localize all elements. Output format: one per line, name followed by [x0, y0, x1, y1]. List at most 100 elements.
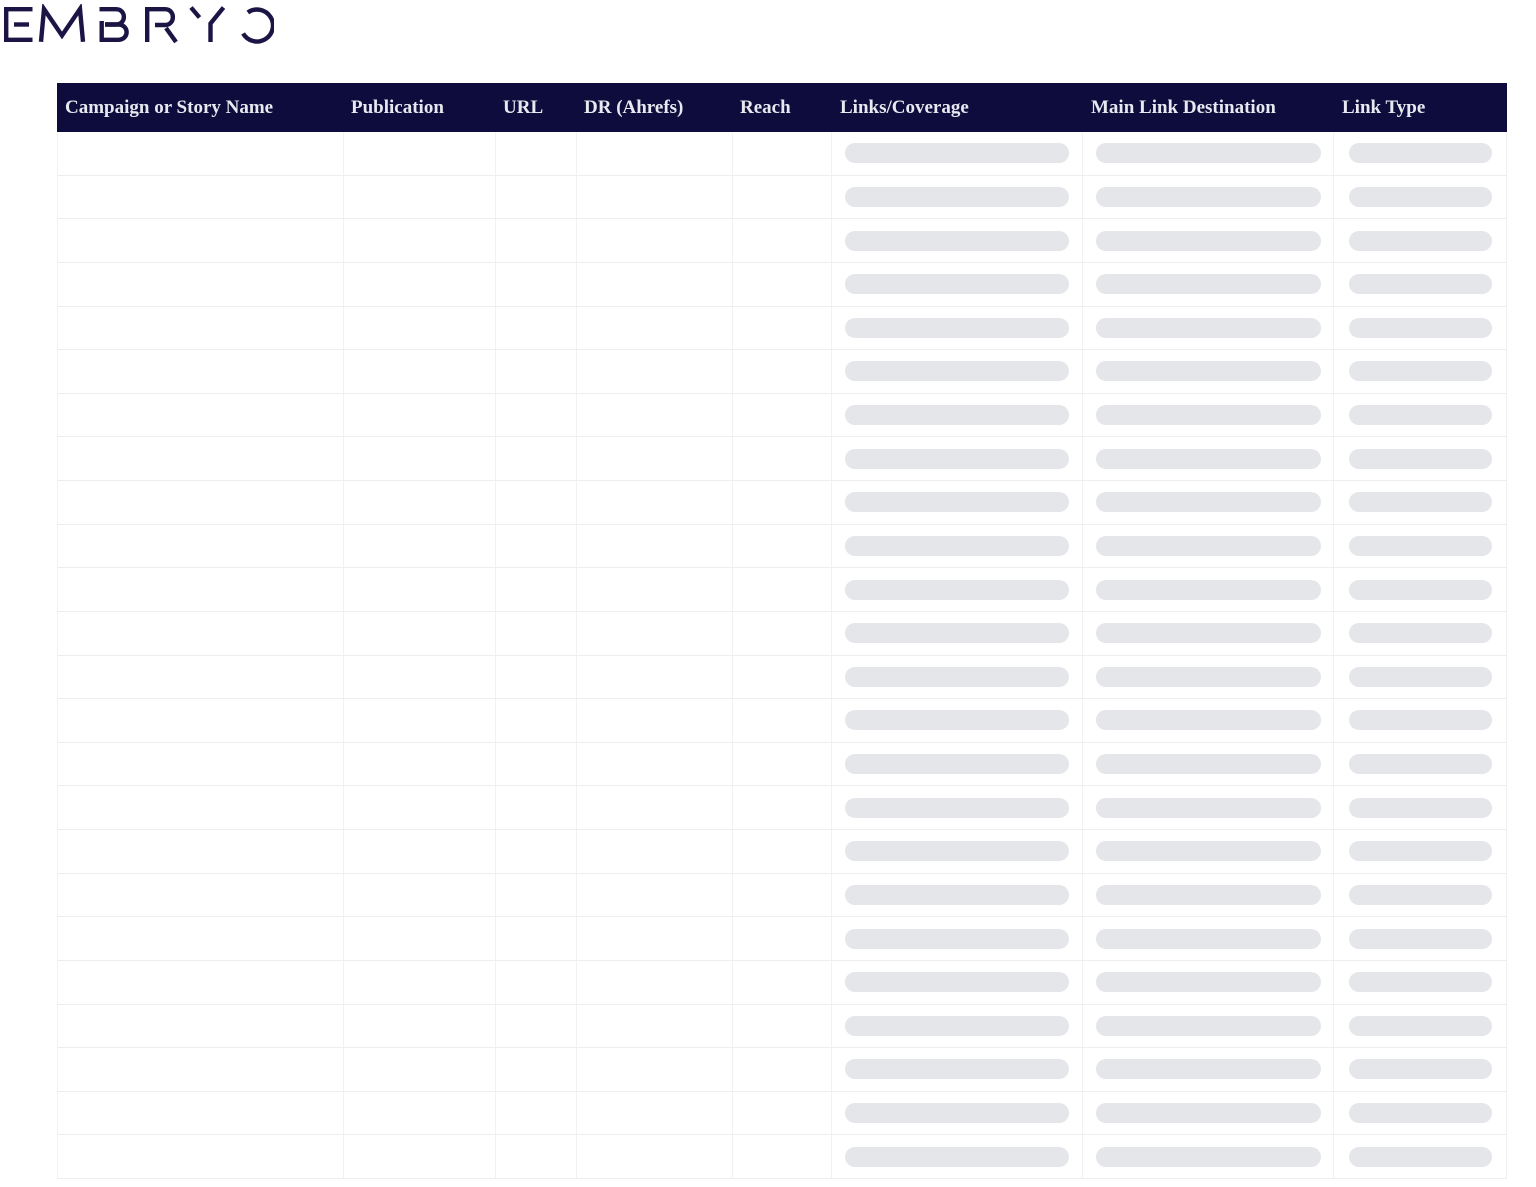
- table-cell: [496, 1091, 577, 1135]
- table-cell: [1334, 742, 1507, 786]
- embryo-logo: [2, 4, 274, 44]
- table-cell: [1334, 306, 1507, 350]
- table-row: [58, 524, 1507, 569]
- table-row: [58, 786, 1507, 830]
- table-cell: [496, 568, 577, 611]
- column-header-url: URL: [503, 96, 544, 118]
- table-cell: [1334, 524, 1507, 568]
- placeholder-pill: [1096, 884, 1322, 905]
- table-cell: [733, 393, 833, 437]
- placeholder-pill: [1096, 274, 1322, 295]
- table-cell: [577, 306, 733, 350]
- table-cell: [577, 350, 733, 393]
- table-cell: [58, 830, 344, 873]
- table-cell: [577, 699, 733, 742]
- table-cell: [1083, 219, 1335, 262]
- table-cell: [496, 262, 577, 306]
- placeholder-pill: [1096, 143, 1322, 164]
- table-row: [58, 830, 1507, 874]
- table-cell: [1334, 1135, 1507, 1178]
- table-cell: [344, 1004, 496, 1048]
- table-cell: [733, 175, 833, 219]
- column-header-campaign-or-story-name: Campaign or Story Name: [65, 96, 274, 118]
- placeholder-pill: [1096, 623, 1322, 644]
- placeholder-pill: [1349, 1146, 1493, 1167]
- table-cell: [832, 1048, 1084, 1091]
- table-cell: [58, 306, 344, 350]
- table-cell: [344, 175, 496, 219]
- table-cell: [832, 611, 1084, 655]
- table-cell: [832, 1004, 1084, 1048]
- coverage-table: Campaign or Story Name Publication URL D…: [57, 83, 1507, 1179]
- table-row: [58, 393, 1507, 438]
- table-cell: [1334, 873, 1507, 917]
- table-row: [58, 873, 1507, 918]
- table-cell: [577, 742, 733, 786]
- table-cell: [577, 1048, 733, 1091]
- table-cell: [733, 132, 833, 175]
- table-cell: [1083, 873, 1335, 917]
- table-cell: [577, 873, 733, 917]
- table-row: [58, 350, 1507, 394]
- table-cell: [344, 350, 496, 393]
- table-cell: [1083, 699, 1335, 742]
- table-cell: [344, 1048, 496, 1091]
- table-cell: [58, 699, 344, 742]
- table-cell: [577, 568, 733, 611]
- placeholder-pill: [1096, 186, 1322, 207]
- table-cell: [344, 655, 496, 699]
- placeholder-pill: [1349, 535, 1493, 556]
- placeholder-pill: [1349, 274, 1493, 295]
- table-cell: [496, 611, 577, 655]
- placeholder-pill: [1349, 143, 1493, 164]
- table-cell: [496, 437, 577, 480]
- embryo-logo-mark: [4, 4, 274, 44]
- table-cell: [733, 655, 833, 699]
- placeholder-pill: [1349, 448, 1493, 469]
- table-cell: [1334, 611, 1507, 655]
- table-cell: [58, 960, 344, 1004]
- table-cell: [58, 1048, 344, 1091]
- table-cell: [733, 481, 833, 524]
- placeholder-pill: [1096, 579, 1322, 600]
- placeholder-pill: [845, 754, 1070, 775]
- column-header-link-type: Link Type: [1342, 96, 1426, 118]
- table-row: [58, 175, 1507, 220]
- table-cell: [496, 393, 577, 437]
- placeholder-pill: [1349, 579, 1493, 600]
- placeholder-pill: [1096, 361, 1322, 382]
- table-cell: [496, 306, 577, 350]
- table-cell: [496, 1048, 577, 1091]
- column-header-dr-ahrefs: DR (Ahrefs): [584, 96, 684, 118]
- table-cell: [832, 830, 1084, 873]
- table-cell: [733, 1048, 833, 1091]
- table-cell: [496, 699, 577, 742]
- table-cell: [58, 917, 344, 960]
- table-cell: [1334, 786, 1507, 829]
- table-cell: [344, 742, 496, 786]
- table-cell: [733, 742, 833, 786]
- placeholder-pill: [1096, 448, 1322, 469]
- placeholder-pill: [845, 448, 1070, 469]
- table-cell: [344, 481, 496, 524]
- table-cell: [733, 219, 833, 262]
- table-row: [58, 1004, 1507, 1049]
- table-cell: [58, 393, 344, 437]
- table-cell: [1334, 1091, 1507, 1135]
- table-cell: [832, 655, 1084, 699]
- table-cell: [58, 873, 344, 917]
- table-cell: [1334, 1048, 1507, 1091]
- table-cell: [1083, 1135, 1335, 1178]
- table-cell: [1083, 960, 1335, 1004]
- placeholder-pill: [845, 579, 1070, 600]
- table-cell: [832, 219, 1084, 262]
- table-cell: [1083, 1048, 1335, 1091]
- table-cell: [496, 830, 577, 873]
- table-cell: [58, 742, 344, 786]
- table-cell: [733, 611, 833, 655]
- table-cell: [496, 219, 577, 262]
- table-cell: [832, 917, 1084, 960]
- table-cell: [1083, 175, 1335, 219]
- placeholder-pill: [845, 841, 1070, 862]
- placeholder-pill: [1096, 710, 1322, 731]
